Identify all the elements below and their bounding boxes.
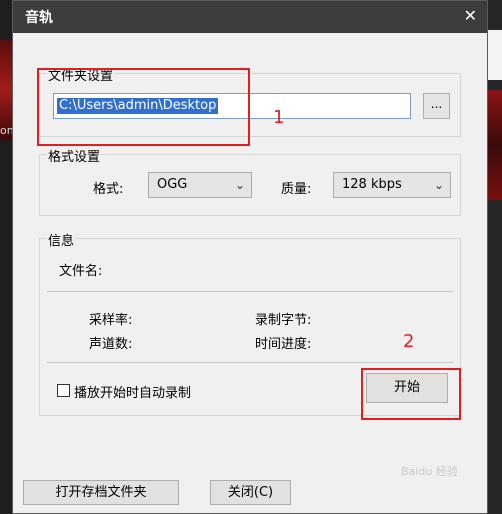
filename-label: 文件名: — [59, 264, 103, 279]
quality-label: 质量: — [281, 182, 312, 197]
auto-record-label[interactable]: 播放开始时自动录制 — [74, 382, 191, 401]
recorded-bytes-label: 录制字节: — [255, 313, 312, 328]
close-icon[interactable]: ✕ — [464, 6, 477, 25]
window-title: 音轨 — [25, 10, 53, 26]
info-legend: 信息 — [47, 230, 76, 249]
format-settings-legend: 格式设置 — [47, 146, 102, 165]
chevron-down-icon: ⌄ — [433, 178, 444, 192]
audio-track-dialog: 音轨 ✕ 文件夹设置 C:\Users\admin\Desktop ... 格式… — [12, 0, 488, 514]
watermark: Baidu 经验 — [401, 465, 458, 478]
browse-folder-button[interactable]: ... — [423, 93, 450, 119]
close-button[interactable]: 关闭(C) — [210, 480, 291, 505]
background-right-panel — [488, 30, 502, 80]
annotation-label-1: 1 — [273, 107, 285, 128]
quality-value: 128 kbps — [342, 177, 402, 192]
info-divider-top — [47, 291, 453, 292]
annotation-box-2 — [361, 368, 461, 420]
quality-select[interactable]: 128 kbps ⌄ — [333, 172, 451, 198]
title-bar: 音轨 ✕ — [13, 1, 487, 33]
annotation-label-2: 2 — [403, 331, 415, 352]
format-select[interactable]: OGG ⌄ — [148, 172, 252, 198]
format-value: OGG — [157, 177, 188, 192]
annotation-box-1 — [37, 68, 250, 146]
chevron-down-icon: ⌄ — [234, 178, 245, 192]
info-divider-bottom — [47, 362, 453, 363]
background-right-image — [488, 90, 502, 200]
samplerate-label: 采样率: — [89, 313, 133, 328]
time-progress-label: 时间进度: — [255, 337, 312, 352]
auto-record-checkbox[interactable] — [57, 384, 70, 397]
open-archive-folder-button[interactable]: 打开存档文件夹 — [23, 480, 179, 505]
channels-label: 声道数: — [89, 337, 133, 352]
format-label: 格式: — [93, 182, 124, 197]
